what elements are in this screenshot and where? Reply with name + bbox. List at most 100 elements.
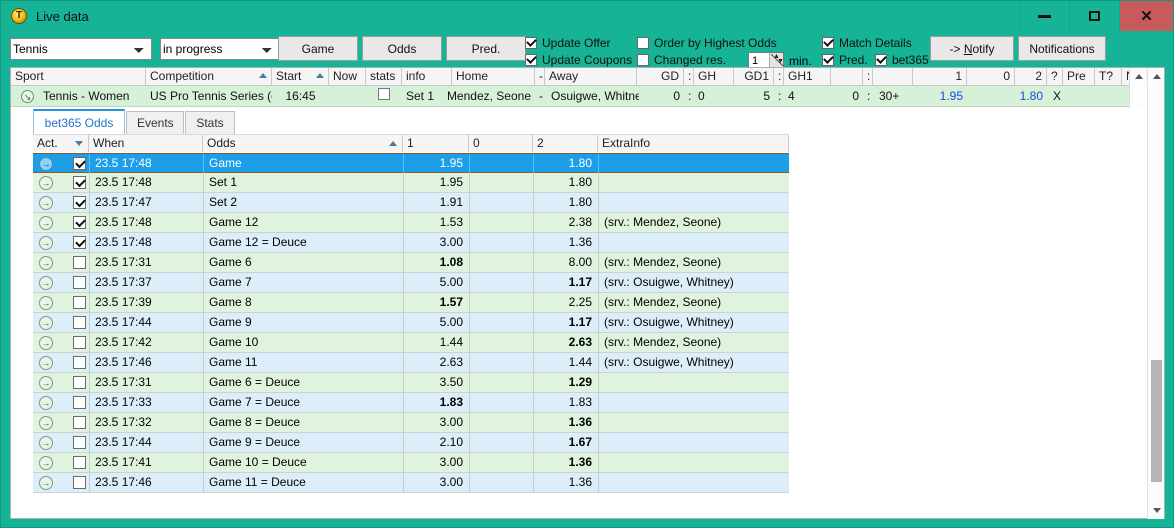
row-checkbox[interactable] [73, 216, 86, 229]
row-action-arrow-icon[interactable]: → [39, 256, 53, 270]
row-checkbox[interactable] [73, 476, 86, 489]
row-action-arrow-icon[interactable]: → [39, 456, 53, 470]
row-checkbox[interactable] [73, 157, 86, 170]
table-row[interactable]: → 23.5 17:33 Game 7 = Deuce 1.83 1.83 [33, 393, 789, 413]
row-checkbox[interactable] [73, 416, 86, 429]
odds-col-when[interactable]: When [89, 135, 203, 152]
col-gd1[interactable]: GD1 [734, 68, 774, 85]
col-pre[interactable]: Pre [1063, 68, 1095, 85]
scroll-up-button[interactable] [1130, 68, 1147, 85]
row-action-arrow-icon[interactable]: → [39, 356, 53, 370]
notifications-button[interactable]: Notifications [1018, 36, 1106, 61]
row-action-arrow-icon[interactable]: → [39, 196, 53, 210]
col-odds-2[interactable]: 2 [1015, 68, 1047, 85]
minimize-button[interactable] [1019, 1, 1069, 31]
col-dash[interactable]: - [535, 68, 545, 85]
col-gd-sep[interactable]: : [684, 68, 694, 85]
odds-col-2[interactable]: 2 [533, 135, 598, 152]
table-row[interactable]: → 23.5 17:39 Game 8 1.57 2.25 (srv.: Mendez, … [33, 293, 789, 313]
col-pts-sep[interactable]: : [863, 68, 873, 85]
col-home[interactable]: Home [452, 68, 535, 85]
odds-col-1[interactable]: 1 [403, 135, 469, 152]
row-checkbox[interactable] [73, 376, 86, 389]
col-stats[interactable]: stats [366, 68, 402, 85]
game-button[interactable]: Game [278, 36, 358, 61]
col-gd1-sep[interactable]: : [774, 68, 784, 85]
odds-button[interactable]: Odds [362, 36, 442, 61]
bet365-checkbox[interactable]: bet365 [875, 53, 929, 67]
table-row[interactable]: → 23.5 17:46 Game 11 = Deuce 3.00 1.36 [33, 473, 789, 493]
row-action-arrow-icon[interactable]: → [39, 416, 53, 430]
table-row[interactable]: → 23.5 17:44 Game 9 = Deuce 2.10 1.67 [33, 433, 789, 453]
col-odds-0[interactable]: 0 [967, 68, 1015, 85]
row-checkbox[interactable] [73, 176, 86, 189]
odds-col-extrainfo[interactable]: ExtraInfo [598, 135, 789, 152]
row-checkbox[interactable] [73, 396, 86, 409]
maximize-button[interactable] [1069, 1, 1119, 31]
table-row[interactable]: → 23.5 17:47 Set 2 1.91 1.80 [33, 193, 789, 213]
table-row[interactable]: → 23.5 17:46 Game 11 2.63 1.44 (srv.: Osuigwe… [33, 353, 789, 373]
tab-bet365-odds[interactable]: bet365 Odds [33, 109, 125, 135]
sport-select[interactable]: Tennis [10, 38, 152, 60]
row-action-arrow-icon[interactable]: → [39, 157, 53, 171]
table-row[interactable]: → 23.5 17:48 Game 12 = Deuce 3.00 1.36 [33, 233, 789, 253]
panel-scrollbar[interactable] [1147, 68, 1164, 519]
order-by-highest-odds-checkbox[interactable]: Order by Highest Odds [637, 36, 777, 50]
odds-col-0[interactable]: 0 [469, 135, 533, 152]
tab-stats[interactable]: Stats [185, 111, 235, 135]
odds-col-act[interactable]: Act. [33, 135, 89, 152]
row-action-arrow-icon[interactable]: → [39, 336, 53, 350]
row-action-arrow-icon[interactable]: → [39, 376, 53, 390]
row-checkbox[interactable] [73, 236, 86, 249]
row-checkbox[interactable] [73, 456, 86, 469]
row-checkbox[interactable] [73, 336, 86, 349]
update-offer-checkbox[interactable]: Update Offer [525, 36, 610, 50]
matches-scrollbar[interactable] [1129, 68, 1146, 108]
col-start[interactable]: Start [272, 68, 329, 85]
row-action-arrow-icon[interactable]: → [39, 396, 53, 410]
match-stats-checkbox[interactable] [366, 86, 402, 107]
col-blank-2[interactable] [873, 68, 913, 85]
col-info[interactable]: info [402, 68, 452, 85]
row-action-arrow-icon[interactable]: → [39, 236, 53, 250]
notify-button[interactable]: -> Notify [930, 36, 1014, 61]
row-action-arrow-icon[interactable]: → [39, 476, 53, 490]
row-checkbox[interactable] [73, 276, 86, 289]
stepper-arrows-icon[interactable]: ▲ ▼ [769, 53, 784, 68]
tab-events[interactable]: Events [126, 111, 184, 135]
row-action-arrow-icon[interactable]: → [39, 176, 53, 190]
col-competition[interactable]: Competition [146, 68, 272, 85]
odds-col-odds[interactable]: Odds [203, 135, 403, 152]
col-q[interactable]: ? [1047, 68, 1063, 85]
pred-checkbox[interactable]: Pred. [822, 53, 868, 67]
state-select[interactable]: in progress [160, 38, 280, 60]
col-now[interactable]: Now [329, 68, 366, 85]
table-row[interactable]: → 23.5 17:31 Game 6 = Deuce 3.50 1.29 [33, 373, 789, 393]
row-checkbox[interactable] [73, 316, 86, 329]
col-blank-1[interactable] [831, 68, 863, 85]
col-gh[interactable]: GH [694, 68, 734, 85]
table-row[interactable]: → 23.5 17:48 Game 12 1.53 2.38 (srv.: Mendez,… [33, 213, 789, 233]
changed-res-checkbox[interactable]: Changed res. [637, 53, 726, 67]
close-button[interactable]: ✕ [1119, 1, 1173, 31]
table-row[interactable]: → 23.5 17:44 Game 9 5.00 1.17 (srv.: Osuigwe,… [33, 313, 789, 333]
match-row[interactable]: ↘ Tennis - Women US Pro Tennis Series (e… [11, 86, 1146, 107]
row-action-arrow-icon[interactable]: → [39, 316, 53, 330]
row-checkbox[interactable] [73, 436, 86, 449]
col-sport[interactable]: Sport [11, 68, 146, 85]
table-row[interactable]: → 23.5 17:48 Set 1 1.95 1.80 [33, 173, 789, 193]
row-action-arrow-icon[interactable]: → [39, 296, 53, 310]
row-checkbox[interactable] [73, 256, 86, 269]
scroll-up-button[interactable] [1148, 68, 1165, 85]
table-row[interactable]: → 23.5 17:42 Game 10 1.44 2.63 (srv.: Mendez,… [33, 333, 789, 353]
col-t[interactable]: T? [1095, 68, 1122, 85]
row-checkbox[interactable] [73, 356, 86, 369]
col-away[interactable]: Away [545, 68, 637, 85]
match-details-checkbox[interactable]: Match Details [822, 36, 912, 50]
row-checkbox[interactable] [73, 196, 86, 209]
expand-icon[interactable]: ↘ [21, 90, 34, 103]
table-row[interactable]: → 23.5 17:31 Game 6 1.08 8.00 (srv.: Mendez, … [33, 253, 789, 273]
col-odds-1[interactable]: 1 [913, 68, 967, 85]
update-coupons-checkbox[interactable]: Update Coupons [525, 53, 632, 67]
row-checkbox[interactable] [73, 296, 86, 309]
